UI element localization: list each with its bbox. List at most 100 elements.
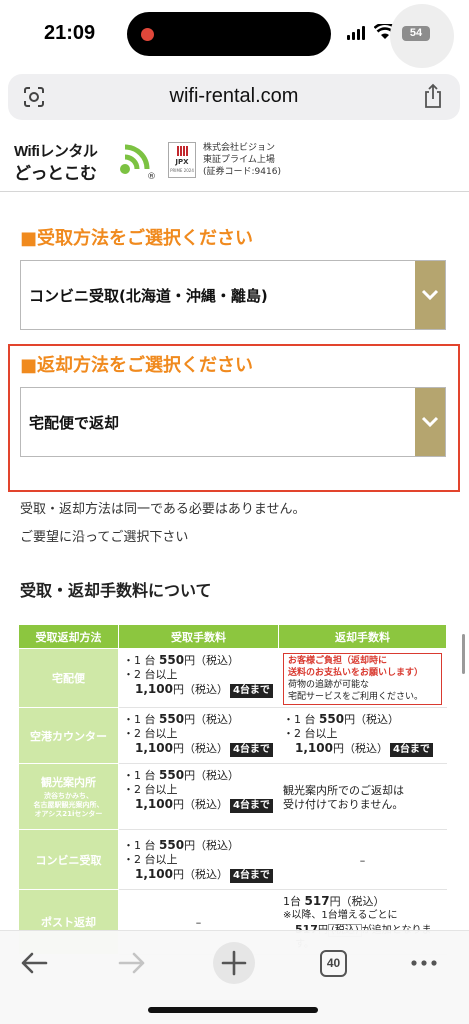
scrollbar-thumb[interactable] <box>462 634 465 674</box>
table-row: 空港カウンター ・1 台 550円（税込） ・2 台以上 1,100円（税込） 4… <box>18 707 447 764</box>
forward-arrow-icon[interactable] <box>112 943 152 983</box>
limit-badge: 4台まで <box>229 799 273 813</box>
unit-label: ・1 台 <box>283 713 316 726</box>
note-line: 宅配サービスをご利用ください。 <box>288 692 424 702</box>
tax-label: 円（税込） <box>172 742 228 755</box>
jpx-label: JPX <box>175 158 189 166</box>
return-method-value: 宅配便で返却 <box>29 414 120 432</box>
company-stock-code: (証券コード:9416) <box>203 167 281 177</box>
method-cell: 観光案内所 渋谷ちかみち、 名古屋駅観光案内所、 オアシス21iセンター <box>18 763 119 830</box>
table-row: 観光案内所 渋谷ちかみち、 名古屋駅観光案内所、 オアシス21iセンター ・1 … <box>18 763 447 830</box>
pickup-fee-cell: ・1 台 550円（税込） ・2 台以上 1,100円（税込） 4台まで <box>118 763 279 830</box>
jpx-logo-icon <box>177 146 189 156</box>
tab-count: 40 <box>320 950 347 977</box>
price: 517 <box>304 894 330 908</box>
return-fee-cell: ・1 台 550円（税込） ・2 台以上 1,100円（税込） 4台まで <box>278 707 447 764</box>
red-note-line: お客様ご負担（返却時に <box>288 656 388 666</box>
unit-label: ・2 台以上 <box>123 783 178 796</box>
note-line-2: ご要望に沿ってご選択下さい <box>20 530 189 545</box>
price: 1,100 <box>135 741 173 755</box>
tax-label: 円（税込） <box>172 868 228 881</box>
unit-label: ・2 台以上 <box>283 727 338 740</box>
sub-line: 名古屋駅観光案内所、 <box>33 801 104 809</box>
price: 550 <box>159 653 185 667</box>
back-arrow-icon[interactable] <box>14 943 54 983</box>
pickup-method-select[interactable]: コンビニ受取(北海道・沖縄・離島) <box>20 260 446 330</box>
tax-label: 円（税込） <box>184 713 240 726</box>
dynamic-island <box>127 12 331 56</box>
header-pickup-fee: 受取手数料 <box>118 624 279 649</box>
pickup-fee-cell: ・1 台 550円（税込） ・2 台以上 1,100円（税込） 4台まで <box>118 648 279 708</box>
tax-label: 円（税込） <box>184 654 240 667</box>
logo-text-line1: Wifiレンタル <box>14 143 98 160</box>
return-fee-cell: – <box>278 829 447 890</box>
price: 550 <box>159 712 185 726</box>
unit-label: ・1 台 <box>123 769 156 782</box>
method-label: 観光案内所 <box>41 776 96 789</box>
price: 550 <box>159 768 185 782</box>
unit-label: ・1 台 <box>123 713 156 726</box>
limit-badge: 4台まで <box>229 869 273 883</box>
table-header-row: 受取返却方法 受取手数料 返却手数料 <box>18 624 447 649</box>
battery-icon: 54 <box>402 26 430 41</box>
sub-line: 渋谷ちかみち、 <box>44 792 93 800</box>
header-method: 受取返却方法 <box>18 624 119 649</box>
price: 1,100 <box>135 797 173 811</box>
price: 550 <box>319 712 345 726</box>
chevron-down-icon <box>421 289 439 301</box>
jpx-badge: JPX PRIME 2024 <box>168 142 196 178</box>
recording-indicator-icon <box>141 28 154 41</box>
price: 1,100 <box>135 867 173 881</box>
cellular-signal-icon <box>347 26 365 40</box>
tax-label: 円（税込） <box>184 839 240 852</box>
note-line: ※以降、1台増えるごとに <box>283 910 398 921</box>
red-note-line: 送料のお支払いをお願いします） <box>288 668 424 678</box>
return-method-select[interactable]: 宅配便で返却 <box>20 387 446 457</box>
limit-badge: 4台まで <box>229 684 273 698</box>
tax-label: 円（税込） <box>172 683 228 696</box>
return-dropdown-button[interactable] <box>415 388 445 456</box>
method-cell: 空港カウンター <box>18 707 119 764</box>
tax-label: 円（税込） <box>344 713 400 726</box>
tax-label: 円（税込） <box>184 769 240 782</box>
price: 1,100 <box>295 741 333 755</box>
limit-badge: 4台まで <box>389 743 433 757</box>
company-info: 株式会社ビジョン 東証プライム上場 (証券コード:9416) <box>203 142 281 178</box>
status-bar: 21:09 54 <box>0 0 469 70</box>
site-logo[interactable]: Wifiレンタル どっとこむ ® <box>12 138 157 184</box>
address-bar[interactable]: wifi-rental.com <box>8 74 460 120</box>
tax-label: 円（税込） <box>329 895 385 908</box>
return-method-title: ■返却方法をご選択ください <box>20 355 254 376</box>
unit-label: ・1 台 <box>123 839 156 852</box>
header-return-fee: 返却手数料 <box>278 624 447 649</box>
sub-line: オアシス21iセンター <box>34 810 103 818</box>
share-icon[interactable] <box>422 83 444 109</box>
pickup-dropdown-button[interactable] <box>415 261 445 329</box>
return-fee-cell: 観光案内所でのご返却は 受け付けておりません。 <box>278 763 447 830</box>
unit-label: ・2 台以上 <box>123 853 178 866</box>
pickup-fee-cell: ・1 台 550円（税込） ・2 台以上 1,100円（税込） 4台まで <box>118 829 279 890</box>
home-indicator[interactable] <box>148 1007 318 1013</box>
more-menu-icon[interactable] <box>404 943 444 983</box>
note-line: 荷物の追跡が可能な <box>288 680 370 690</box>
price: 1,100 <box>135 682 173 696</box>
method-cell: コンビニ受取 <box>18 829 119 890</box>
new-tab-plus-icon[interactable] <box>212 941 256 985</box>
return-fee-cell: お客様ご負担（返却時に 送料のお支払いをお願いします） 荷物の追跡が可能な 宅配… <box>278 648 447 708</box>
tax-label: 円（税込） <box>332 742 388 755</box>
url-text[interactable]: wifi-rental.com <box>8 85 460 108</box>
return-note-box: お客様ご負担（返却時に 送料のお支払いをお願いします） 荷物の追跡が可能な 宅配… <box>283 653 442 705</box>
note-line-1: 受取・返却方法は同一である必要はありません。 <box>20 502 306 517</box>
chevron-down-icon <box>421 416 439 428</box>
limit-badge: 4台まで <box>229 743 273 757</box>
company-listing: 東証プライム上場 <box>203 155 275 165</box>
jpx-sub-label: PRIME 2024 <box>170 168 194 173</box>
note-line: 受け付けておりません。 <box>283 797 404 811</box>
company-name: 株式会社ビジョン <box>203 143 276 153</box>
price: 550 <box>159 838 185 852</box>
tab-switcher-button[interactable]: 40 <box>314 943 354 983</box>
pickup-fee-cell: ・1 台 550円（税込） ・2 台以上 1,100円（税込） 4台まで <box>118 707 279 764</box>
tax-label: 円（税込） <box>172 798 228 811</box>
method-sub-label: 渋谷ちかみち、 名古屋駅観光案内所、 オアシス21iセンター <box>19 792 118 819</box>
table-row: コンビニ受取 ・1 台 550円（税込） ・2 台以上 1,100円（税込） 4台… <box>18 829 447 890</box>
